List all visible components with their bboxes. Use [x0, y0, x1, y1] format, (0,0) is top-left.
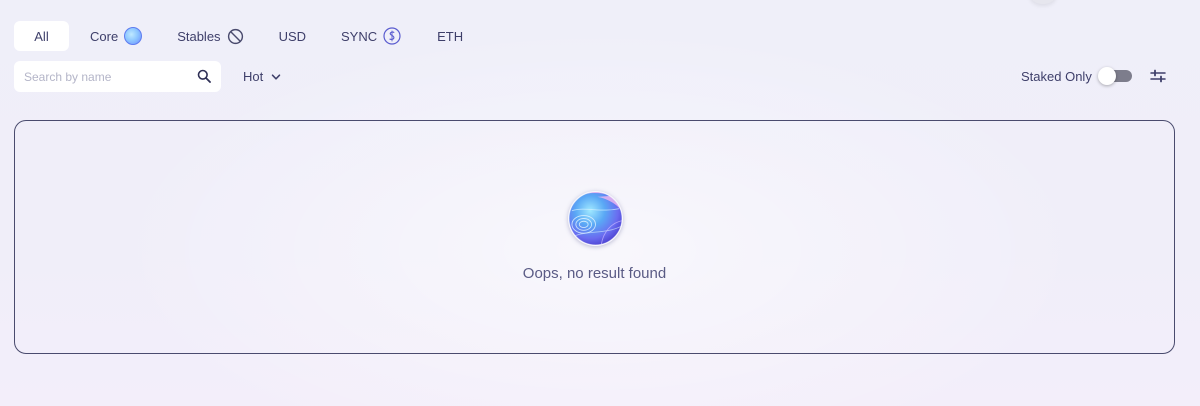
- core-token-icon: [124, 27, 143, 45]
- tab-eth-label: ETH: [437, 28, 464, 44]
- staked-only-toggle[interactable]: [1098, 67, 1132, 85]
- prohibited-icon: [227, 28, 243, 44]
- toggle-knob: [1098, 67, 1116, 85]
- tab-stables[interactable]: Stables: [177, 21, 243, 51]
- staked-only-label: Staked Only: [1021, 69, 1092, 84]
- sort-dropdown[interactable]: Hot: [243, 61, 281, 92]
- search-icon[interactable]: [197, 69, 211, 83]
- empty-state-message: Oops, no result found: [522, 265, 667, 282]
- search-input[interactable]: [24, 69, 184, 84]
- results-panel: Oops, no result found: [14, 120, 1175, 354]
- decorative-blob: [1030, 0, 1056, 4]
- chevron-down-icon: [271, 73, 281, 80]
- tab-eth[interactable]: ETH: [437, 21, 463, 51]
- empty-orb-icon: [568, 191, 623, 246]
- tab-core-label: Core: [90, 28, 119, 44]
- category-tabs: All Core Stables USD SYNC ETH: [14, 21, 463, 51]
- tab-sync-label: SYNC: [341, 28, 378, 44]
- search-box: [14, 61, 221, 92]
- sync-token-icon: [383, 27, 401, 45]
- tab-stables-label: Stables: [177, 28, 221, 44]
- tab-all[interactable]: All: [14, 21, 69, 51]
- tab-usd[interactable]: USD: [279, 21, 306, 51]
- sort-selected-label: Hot: [243, 69, 264, 84]
- tab-core[interactable]: Core: [90, 21, 143, 51]
- tab-sync[interactable]: SYNC: [341, 21, 401, 51]
- filter-settings-icon[interactable]: [1150, 69, 1166, 83]
- tab-usd-label: USD: [278, 28, 307, 44]
- tab-all-label: All: [34, 28, 49, 44]
